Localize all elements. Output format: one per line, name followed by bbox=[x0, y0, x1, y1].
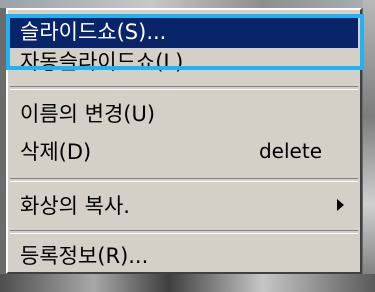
menu-separator bbox=[10, 230, 358, 234]
menu-separator bbox=[10, 86, 358, 90]
menu-item-properties[interactable]: 등록정보(R)... bbox=[10, 238, 358, 272]
menu-item-label: 자동슬라이드쇼(L) bbox=[20, 50, 184, 74]
menu-item-label: 삭제(D) bbox=[20, 140, 92, 164]
menu-item-label: 슬라이드쇼(S)... bbox=[20, 20, 167, 44]
menu-item-slideshow[interactable]: 슬라이드쇼(S)... bbox=[10, 14, 358, 48]
menu-item-label: 화상의 복사. bbox=[20, 194, 130, 218]
menu-item-shortcut: delete bbox=[258, 139, 322, 163]
menu-separator bbox=[10, 178, 358, 182]
menu-item-auto-slideshow[interactable]: 자동슬라이드쇼(L) bbox=[10, 44, 358, 78]
background-image-top bbox=[0, 0, 375, 8]
menu-item-label: 등록정보(R)... bbox=[20, 244, 149, 268]
menu-item-label: 이름의 변경(U) bbox=[20, 102, 156, 126]
context-menu: 슬라이드쇼(S)... 자동슬라이드쇼(L) 이름의 변경(U) 삭제(D) d… bbox=[6, 8, 362, 274]
submenu-arrow-icon bbox=[337, 199, 344, 211]
background-image-bottom bbox=[0, 274, 375, 292]
menu-item-rename[interactable]: 이름의 변경(U) bbox=[10, 96, 358, 130]
menu-item-delete[interactable]: 삭제(D) delete bbox=[10, 134, 358, 168]
menu-item-copy-image[interactable]: 화상의 복사. bbox=[10, 188, 358, 222]
background-image-right bbox=[363, 0, 375, 292]
